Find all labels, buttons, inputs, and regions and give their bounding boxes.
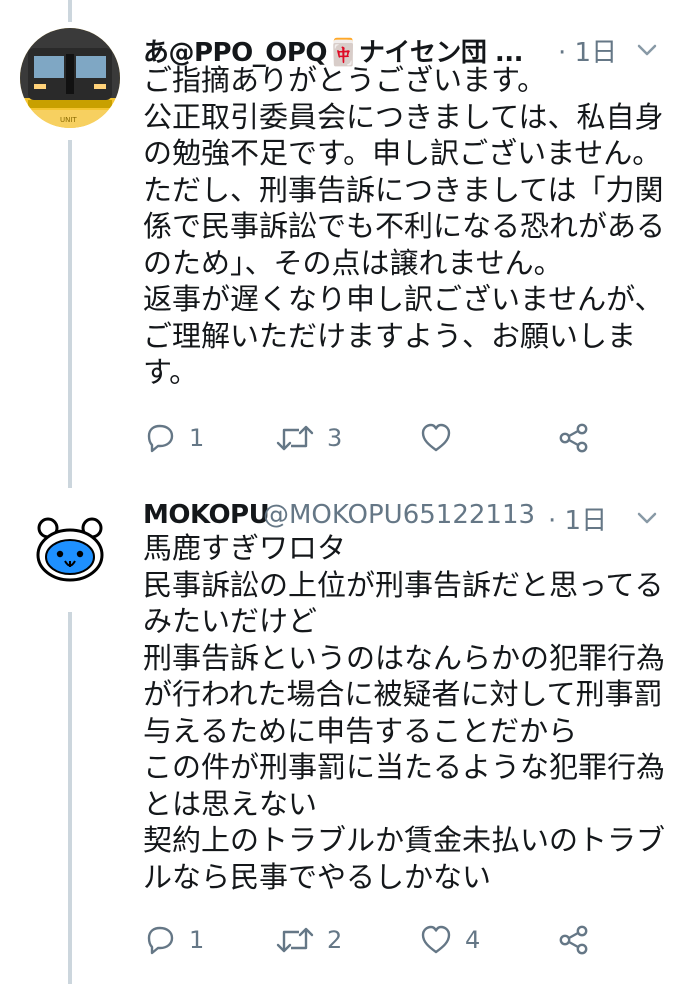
retweet-count: 2 [327,926,343,954]
retweet-icon [276,927,314,953]
bear-avatar-icon [20,498,120,598]
tweet-text: ご指摘ありがとうございます。 公正取引委員会につきましては、私自身 の勉強不足で… [143,62,668,391]
tweet-line: のため」、その点は譲れません。 [143,245,563,280]
reply-count: 1 [189,424,205,452]
tweet-line: の勉強不足です。申し訳ございません。 [143,136,662,170]
tweet-line: ご理解いただけますよう、お願いしま [143,318,637,353]
tweet-line: 与えるために申告することだから [143,713,578,748]
user-avatar[interactable] [20,498,120,598]
share-icon [559,423,588,453]
tweet-actions: 1 2 4 [143,920,603,960]
like-button[interactable] [419,418,465,458]
tweet-line: 契約上のトラブルか賃金未払いのトラブ [143,823,666,857]
tweet-line: 刑事告訴というのはなんらかの犯罪行為 [143,640,666,675]
like-count: 4 [465,926,481,954]
reply-count: 1 [189,926,205,954]
svg-text:UNIT: UNIT [60,116,77,124]
tweet-line: ルなら民事でやるしかない [143,859,492,894]
tweet-line: とは思えない [143,786,318,821]
retweet-count: 3 [327,424,343,452]
tweet-line: 係で民事訴訟でも不利になる恐れがある [143,209,666,243]
reply-icon [147,424,174,453]
tweet-line: 公正取引委員会につきましては、私自身 [143,99,664,134]
reply-button[interactable]: 1 [143,418,204,458]
tweet-line: 返事が遅くなり申し訳ございませんが、 [143,282,664,316]
share-icon [559,925,588,955]
user-avatar[interactable]: UNIT [20,28,120,128]
tweet-line: この件が刑事罰に当たるような犯罪行為 [143,750,666,784]
tweet-line: ご指摘ありがとうございます。 [143,63,547,97]
retweet-button[interactable]: 2 [275,920,342,960]
like-icon [421,925,451,954]
retweet-icon [276,425,314,451]
reply-button[interactable]: 1 [143,920,204,960]
tweet-1[interactable]: UNIT あ@PPO_OPQ🀄ナイセン団 ... · 1日 ご指摘ありがとうござ… [0,28,680,468]
thread-line-top [68,0,72,22]
tweet-line: 馬鹿すぎワロタ [143,531,347,565]
share-button[interactable] [557,920,591,960]
tweet-2[interactable]: MOKOPU @MOKOPU65122113 · 1日 馬鹿すぎワロタ 民事訴訟… [0,492,680,972]
train-avatar-icon: UNIT [20,28,120,128]
like-icon [421,423,451,452]
tweet-line: 民事訴訟の上位が刑事告訴だと思ってる [143,567,664,602]
like-button[interactable]: 4 [419,920,480,960]
share-button[interactable] [557,418,591,458]
tweet-line: が行われた場合に被疑者に対して刑事罰 [143,677,663,711]
user-handle[interactable]: @MOKOPU65122113 [263,500,535,530]
tweet-line: す。 [143,355,199,389]
retweet-button[interactable]: 3 [275,418,342,458]
tweet-text: 馬鹿すぎワロタ 民事訴訟の上位が刑事告訴だと思ってる みたいだけど 刑事告訴とい… [143,530,668,895]
reply-icon [147,926,174,955]
tweet-line: ただし、刑事告訴につきましては「力関 [143,172,664,207]
tweet-line: みたいだけど [143,604,318,638]
tweet-actions: 1 3 [143,418,603,458]
display-name[interactable]: MOKOPU [143,500,270,530]
